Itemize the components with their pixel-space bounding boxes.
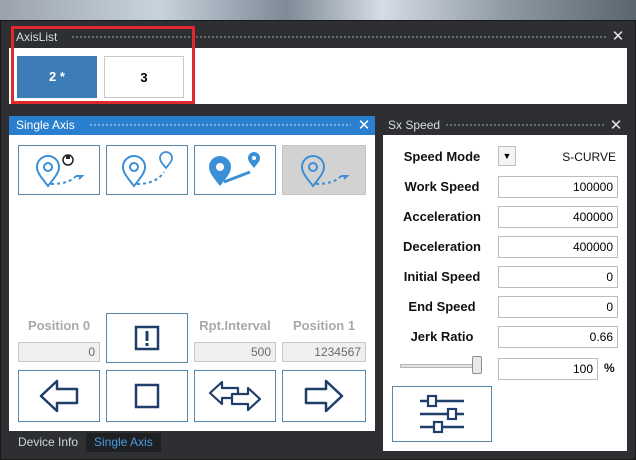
rpt-interval-field[interactable]: 500 — [194, 342, 276, 362]
move-right-button[interactable] — [282, 370, 366, 422]
title-grip — [445, 123, 605, 127]
jog-move-button[interactable] — [282, 145, 366, 195]
move-left-button[interactable] — [18, 370, 100, 422]
jerk-ratio-input[interactable]: 0.66 — [498, 326, 618, 348]
home-search-button[interactable] — [18, 145, 100, 195]
single-axis-title-bar: Single Axis ✕ — [9, 116, 375, 135]
acceleration-label: Acceleration — [402, 209, 482, 224]
acceleration-input[interactable]: 400000 — [498, 206, 618, 228]
rpt-interval-label: Rpt.Interval — [199, 318, 271, 333]
position0-label: Position 0 — [27, 318, 91, 333]
end-speed-label: End Speed — [408, 299, 476, 314]
speed-mode-dropdown[interactable]: ▼ — [498, 146, 516, 166]
close-icon[interactable]: ✕ — [611, 28, 625, 46]
speed-settings-button[interactable] — [392, 386, 492, 442]
deceleration-input[interactable]: 400000 — [498, 236, 618, 258]
arrows-repeat-icon — [208, 380, 262, 412]
speed-mode-value: S-CURVE — [562, 150, 616, 164]
sx-speed-title-bar: Sx Speed ✕ — [383, 116, 627, 135]
absolute-move-button[interactable] — [194, 145, 276, 195]
sx-speed-title: Sx Speed — [388, 118, 441, 132]
initial-speed-label: Initial Speed — [403, 269, 481, 284]
alarm-reset-button[interactable] — [106, 313, 188, 363]
relative-move-icon — [121, 151, 173, 188]
tab-device-info[interactable]: Device Info — [10, 433, 86, 452]
jog-move-icon — [300, 155, 350, 188]
single-axis-title: Single Axis — [16, 118, 75, 132]
position1-field[interactable]: 1234567 — [282, 342, 366, 362]
tab-single-axis[interactable]: Single Axis — [86, 433, 161, 452]
dropdown-arrow-icon: ▼ — [502, 151, 512, 161]
close-icon[interactable]: ✕ — [609, 116, 623, 135]
absolute-move-icon — [209, 152, 260, 186]
sliders-settings-icon — [420, 394, 464, 434]
repeat-move-button[interactable] — [194, 370, 276, 422]
end-speed-input[interactable]: 0 — [498, 296, 618, 318]
relative-move-button[interactable] — [106, 145, 188, 195]
stop-icon — [134, 383, 160, 409]
arrow-right-icon — [304, 379, 344, 413]
jerk-ratio-label: Jerk Ratio — [410, 329, 474, 344]
deceleration-label: Deceleration — [402, 239, 482, 254]
arrow-left-icon — [39, 379, 79, 413]
home-search-icon — [35, 154, 85, 188]
speed-percent-input[interactable]: 100 — [498, 358, 598, 380]
alert-icon — [134, 325, 160, 351]
work-speed-label: Work Speed — [404, 179, 480, 194]
stop-button[interactable] — [106, 370, 188, 422]
work-speed-input[interactable]: 100000 — [498, 176, 618, 198]
position1-label: Position 1 — [292, 318, 356, 333]
highlight-box — [11, 26, 195, 104]
position0-field[interactable]: 0 — [18, 342, 100, 362]
title-grip — [89, 123, 351, 127]
speed-slider-track[interactable] — [400, 364, 482, 368]
close-icon[interactable]: ✕ — [357, 116, 371, 135]
speed-slider-thumb[interactable] — [472, 356, 482, 374]
initial-speed-input[interactable]: 0 — [498, 266, 618, 288]
percent-unit: % — [604, 361, 615, 375]
speed-mode-label: Speed Mode — [403, 149, 481, 164]
